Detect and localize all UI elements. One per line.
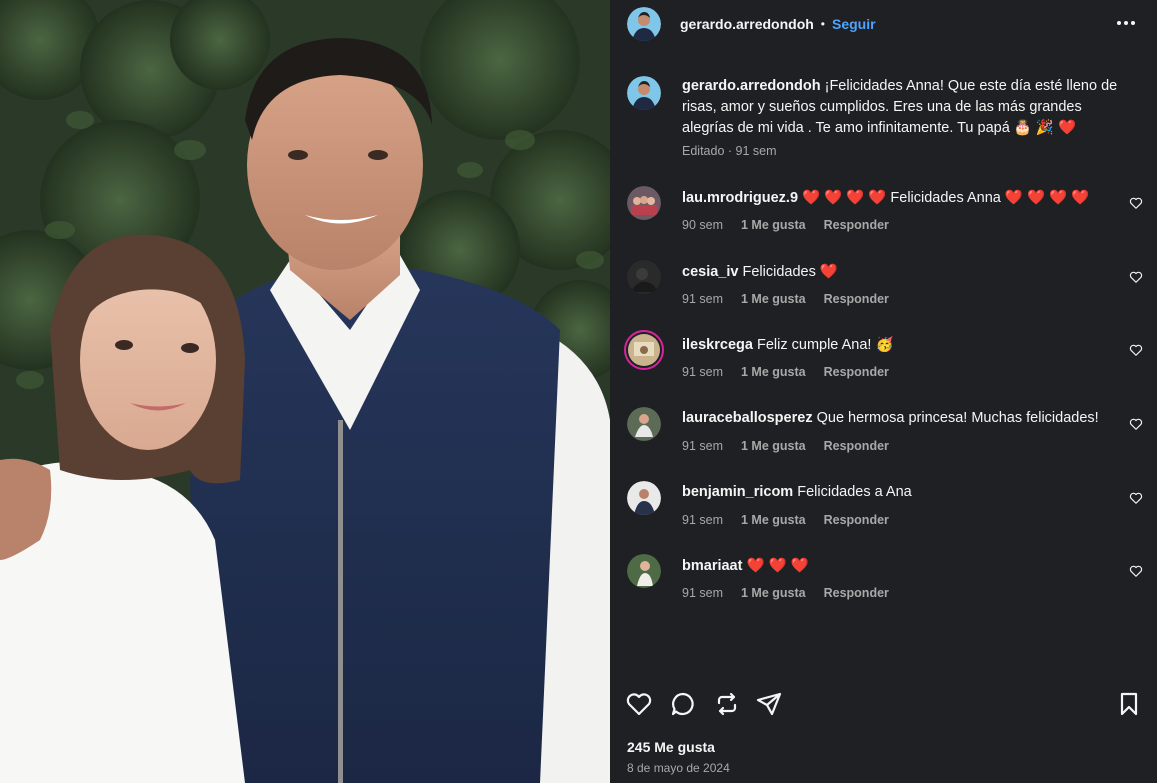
comment-username[interactable]: ileskrcega	[682, 337, 753, 353]
comment-text: benjamin_ricom Felicidades a Ana	[682, 484, 912, 500]
caption-text: gerardo.arredondoh ¡Felicidades Anna! Qu…	[682, 76, 1122, 139]
comment-avatar[interactable]	[627, 260, 661, 294]
author-username[interactable]: gerardo.arredondoh	[680, 16, 814, 32]
comment-text: bmariaat ❤️ ❤️ ❤️	[682, 557, 809, 574]
comment-icon[interactable]	[669, 690, 697, 718]
bookmark-icon[interactable]	[1115, 690, 1143, 718]
comment-meta: 91 sem 1 Me gusta Responder	[682, 586, 907, 600]
comment-time: 91 sem	[682, 292, 723, 306]
comment-reply-button[interactable]: Responder	[824, 292, 889, 306]
comment-reply-button[interactable]: Responder	[824, 439, 889, 453]
comment-body: Felicidades a Ana	[797, 484, 912, 500]
comment-username[interactable]: lau.mrodriguez.9	[682, 190, 798, 206]
comment-meta: 91 sem 1 Me gusta Responder	[682, 513, 907, 527]
comment-avatar-story[interactable]	[624, 330, 664, 370]
comment-body: Felicidades ❤️	[742, 264, 838, 280]
comment-meta: 91 sem 1 Me gusta Responder	[682, 365, 907, 379]
post-actions	[625, 690, 1145, 724]
post-image	[0, 0, 610, 783]
comment-meta: 91 sem 1 Me gusta Responder	[682, 292, 907, 306]
comment-likes[interactable]: 1 Me gusta	[741, 292, 806, 306]
comment-reply-button[interactable]: Responder	[824, 513, 889, 527]
comment-time: 91 sem	[682, 365, 723, 379]
post-photo[interactable]	[0, 0, 610, 783]
comment-meta: 91 sem 1 Me gusta Responder	[682, 439, 907, 453]
comment-heart-icon[interactable]	[1129, 196, 1143, 210]
caption-meta: Editado · 91 sem	[682, 144, 777, 158]
comment-heart-icon[interactable]	[1129, 343, 1143, 357]
comment-username[interactable]: lauraceballosperez	[682, 410, 813, 426]
comment-avatar[interactable]	[627, 407, 661, 441]
post-header: gerardo.arredondoh • Seguir	[610, 0, 1157, 48]
comment-likes[interactable]: 1 Me gusta	[741, 513, 806, 527]
comment-likes[interactable]: 1 Me gusta	[741, 218, 806, 232]
comment-item: benjamin_ricom Felicidades a Ana 91 sem …	[627, 479, 1157, 549]
comment-body: Que hermosa princesa! Muchas felicidades…	[816, 410, 1099, 426]
comment-heart-icon[interactable]	[1129, 417, 1143, 431]
header-separator: •	[820, 17, 825, 31]
heart-icon[interactable]	[625, 690, 653, 718]
comment-time: 90 sem	[682, 218, 723, 232]
comment-reply-button[interactable]: Responder	[824, 218, 889, 232]
post-date: 8 de mayo de 2024	[627, 761, 730, 775]
comment-time: 91 sem	[682, 439, 723, 453]
comment-body: ❤️ ❤️ ❤️ ❤️ Felicidades Anna ❤️ ❤️ ❤️ ❤️	[802, 190, 1090, 206]
comment-likes[interactable]: 1 Me gusta	[741, 439, 806, 453]
comment-heart-icon[interactable]	[1129, 270, 1143, 284]
comment-username[interactable]: benjamin_ricom	[682, 484, 793, 500]
comment-text: lau.mrodriguez.9 ❤️ ❤️ ❤️ ❤️ Felicidades…	[682, 189, 1089, 206]
comment-heart-icon[interactable]	[1129, 491, 1143, 505]
comment-body: Feliz cumple Ana! 🥳	[756, 337, 894, 353]
comment-text: ileskrcega Feliz cumple Ana! 🥳	[682, 336, 894, 353]
comment-body: ❤️ ❤️ ❤️	[746, 558, 809, 574]
comment-item: lauraceballosperez Que hermosa princesa!…	[627, 405, 1157, 475]
follow-button[interactable]: Seguir	[832, 16, 876, 32]
likes-count[interactable]: 245 Me gusta	[627, 739, 715, 755]
comment-avatar[interactable]	[627, 554, 661, 588]
comment-likes[interactable]: 1 Me gusta	[741, 365, 806, 379]
comment-reply-button[interactable]: Responder	[824, 586, 889, 600]
post-side-panel: gerardo.arredondoh • Seguir gerardo.arre…	[610, 0, 1157, 783]
comment-heart-icon[interactable]	[1129, 564, 1143, 578]
repost-icon[interactable]	[713, 690, 741, 718]
comment-time: 91 sem	[682, 586, 723, 600]
comment-reply-button[interactable]: Responder	[824, 365, 889, 379]
comment-text: cesia_iv Felicidades ❤️	[682, 263, 838, 280]
caption-username[interactable]: gerardo.arredondoh	[682, 78, 821, 94]
comment-item: cesia_iv Felicidades ❤️ 91 sem 1 Me gust…	[627, 258, 1157, 328]
comment-username[interactable]: cesia_iv	[682, 264, 738, 280]
caption-avatar[interactable]	[627, 76, 661, 110]
comment-text: lauraceballosperez Que hermosa princesa!…	[682, 410, 1099, 426]
comment-avatar[interactable]	[627, 481, 661, 515]
author-avatar[interactable]	[627, 7, 661, 41]
comment-avatar[interactable]	[627, 186, 661, 220]
comment-likes[interactable]: 1 Me gusta	[741, 586, 806, 600]
comment-time: 91 sem	[682, 513, 723, 527]
comment-item: bmariaat ❤️ ❤️ ❤️ 91 sem 1 Me gusta Resp…	[627, 552, 1157, 622]
send-icon[interactable]	[755, 690, 783, 718]
comment-item: ileskrcega Feliz cumple Ana! 🥳 91 sem 1 …	[624, 330, 1157, 401]
comment-item: lau.mrodriguez.9 ❤️ ❤️ ❤️ ❤️ Felicidades…	[627, 184, 1157, 254]
comment-username[interactable]: bmariaat	[682, 558, 742, 574]
comment-meta: 90 sem 1 Me gusta Responder	[682, 218, 907, 232]
more-horizontal-icon[interactable]	[1115, 12, 1137, 34]
post-caption: gerardo.arredondoh ¡Felicidades Anna! Qu…	[627, 76, 1142, 158]
